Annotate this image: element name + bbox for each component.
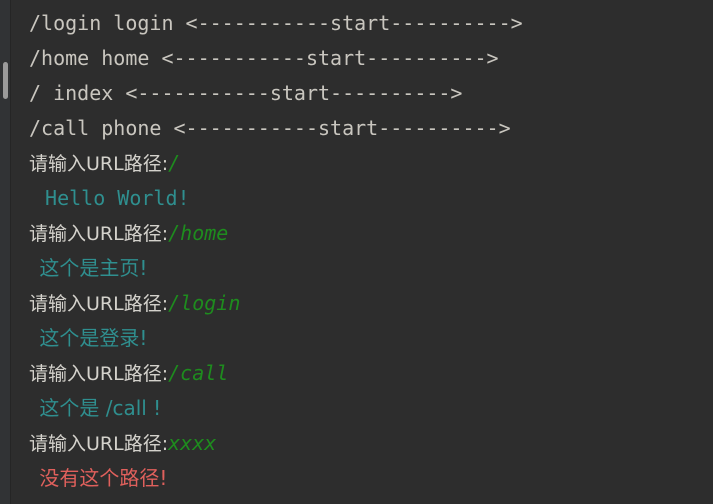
prompt-line: 请输入URL路径:/ (11, 146, 713, 181)
user-input-value[interactable]: /login (168, 291, 240, 315)
output-line: 没有这个路径! (33, 466, 168, 490)
output-line: 这个是 /call ! (33, 396, 162, 420)
prompt-label: 请输入URL路径: (29, 293, 169, 315)
prompt-line: 请输入URL路径:/login (11, 286, 713, 321)
route-registration-line: /call phone <-----------start----------> (29, 116, 511, 140)
output-line: 这个是主页! (33, 256, 148, 280)
output-line: 这个是登录! (33, 326, 148, 350)
user-input-value[interactable]: /home (168, 221, 228, 245)
user-input-value[interactable]: / (168, 151, 180, 175)
route-registration-line: /home home <-----------start----------> (29, 46, 499, 70)
route-registration-line: / index <-----------start----------> (29, 81, 463, 105)
console-window: /login login <-----------start----------… (0, 0, 713, 504)
prompt-label: 请输入URL路径: (29, 433, 169, 455)
user-input-value[interactable]: xxxx (168, 431, 216, 455)
prompt-line: 请输入URL路径:/home (11, 216, 713, 251)
prompt-label: 请输入URL路径: (29, 223, 169, 245)
prompt-line: 请输入URL路径:/call (11, 356, 713, 391)
trailing-prompt-line: 请输入URL路径: (11, 496, 713, 504)
output-line: Hello World! (33, 186, 190, 210)
prompt-label: 请输入URL路径: (29, 363, 169, 385)
prompt-line: 请输入URL路径:xxxx (11, 426, 713, 461)
user-input-value[interactable]: /call (168, 361, 228, 385)
prompt-label: 请输入URL路径: (29, 153, 169, 175)
route-registration-line: /login login <-----------start----------… (29, 11, 523, 35)
console-output-area[interactable]: /login login <-----------start----------… (11, 0, 713, 504)
vertical-scrollbar-thumb[interactable] (3, 62, 8, 99)
